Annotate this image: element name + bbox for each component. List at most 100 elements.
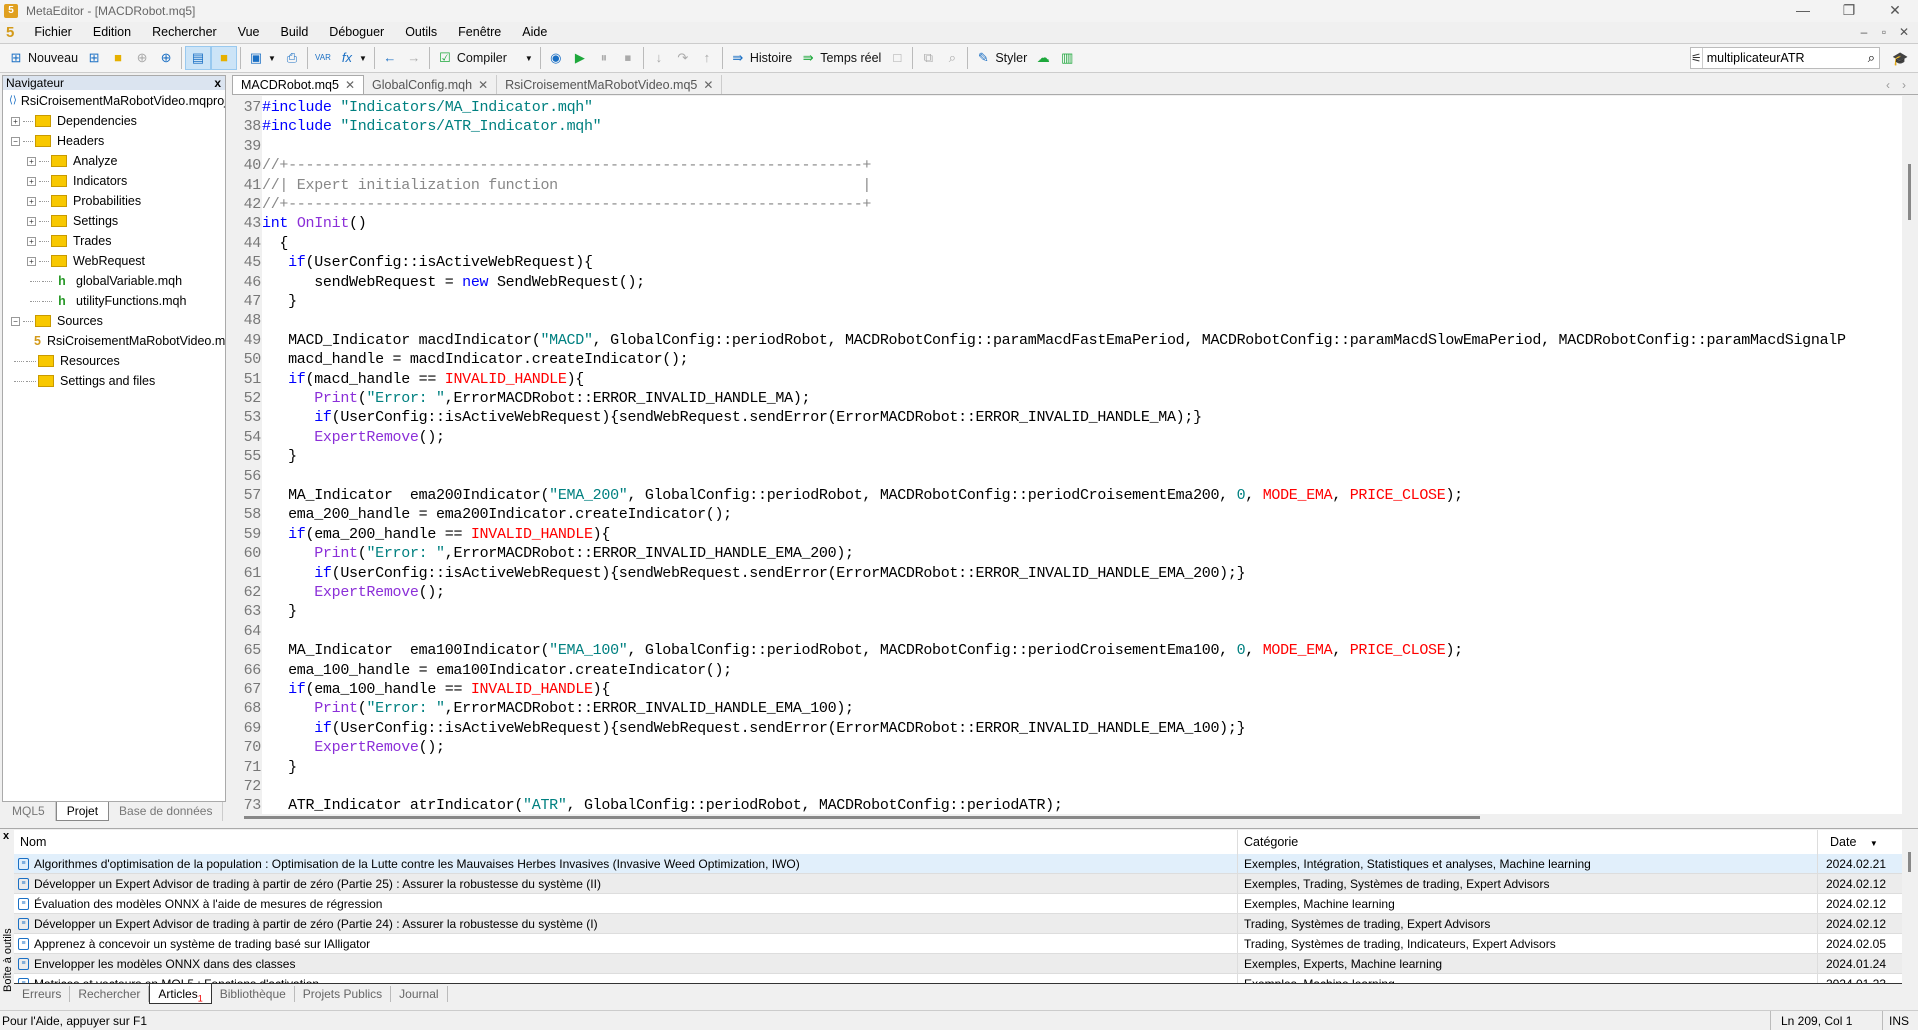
column-header-date[interactable]: Date ▼ bbox=[1818, 835, 1888, 849]
close-tab-icon[interactable]: ✕ bbox=[478, 78, 488, 92]
menu-edition[interactable]: Edition bbox=[83, 25, 142, 39]
find-button[interactable]: ⌕ bbox=[940, 46, 964, 70]
tree-item[interactable]: + Trades bbox=[3, 231, 225, 251]
tree-item[interactable]: + WebRequest bbox=[3, 251, 225, 271]
realtime-button[interactable]: ⇛ Temps réel bbox=[796, 46, 885, 70]
copy-button[interactable]: ⧉ bbox=[916, 46, 940, 70]
toolbox-tab[interactable]: Erreurs bbox=[14, 986, 71, 1002]
step-over-button[interactable]: ↷ bbox=[671, 46, 695, 70]
navigator-tab[interactable]: Base de données bbox=[109, 802, 224, 821]
mql5-community-icon[interactable]: 🎓 bbox=[1892, 51, 1908, 67]
menu-rechercher[interactable]: Rechercher bbox=[142, 25, 228, 39]
save-all-button[interactable]: ⊕ bbox=[154, 46, 178, 70]
paste-dropdown-button[interactable]: ▣ ▼ bbox=[244, 46, 280, 70]
tree-item[interactable]: + Dependencies bbox=[3, 111, 225, 131]
step-out-button[interactable]: ↑ bbox=[695, 46, 719, 70]
menu-aide[interactable]: Aide bbox=[512, 25, 558, 39]
toolbox-tab[interactable]: Journal bbox=[391, 986, 448, 1002]
expand-icon[interactable]: + bbox=[27, 196, 36, 206]
expand-icon[interactable]: + bbox=[27, 156, 36, 166]
save-button[interactable]: ⊕ bbox=[130, 46, 154, 70]
table-row[interactable]: ≡ Développer un Expert Advisor de trading… bbox=[14, 914, 1902, 934]
pause-button[interactable]: ⏸ bbox=[592, 46, 616, 70]
toolbox-toggle-button[interactable]: ▤ bbox=[185, 46, 212, 70]
debug-history-button[interactable]: ◉ bbox=[544, 46, 568, 70]
doc-minimize-button[interactable]: – bbox=[1854, 22, 1874, 42]
tree-item[interactable]: − Headers bbox=[3, 131, 225, 151]
tree-item[interactable]: Settings and files bbox=[3, 371, 225, 391]
menu-outils[interactable]: Outils bbox=[395, 25, 448, 39]
tree-item[interactable]: + Indicators bbox=[3, 171, 225, 191]
stop-test-button[interactable]: □ bbox=[885, 46, 909, 70]
editor-tab[interactable]: GlobalConfig.mqh ✕ bbox=[364, 75, 498, 94]
tree-item[interactable]: 5 RsiCroisementMaRobotVideo.mq5 bbox=[3, 331, 225, 351]
toolbox-vertical-scrollbar[interactable] bbox=[1902, 852, 1918, 982]
compile-button[interactable]: ☑ Compiler ▼ bbox=[433, 46, 537, 70]
editor-horizontal-scrollbar[interactable] bbox=[232, 814, 1918, 822]
close-tab-icon[interactable]: ✕ bbox=[345, 78, 355, 92]
toolbox-tab[interactable]: Bibliothèque bbox=[212, 986, 295, 1002]
navigator-tab[interactable]: Projet bbox=[55, 802, 110, 821]
toolbox-tab[interactable]: Rechercher bbox=[70, 986, 150, 1002]
search-icon[interactable]: ⌕ bbox=[1868, 50, 1875, 66]
stop-button[interactable]: ⏹ bbox=[616, 46, 640, 70]
insert-variable-button[interactable]: VAR bbox=[311, 46, 335, 70]
minimize-button[interactable]: — bbox=[1780, 0, 1826, 20]
close-tab-icon[interactable]: ✕ bbox=[703, 78, 713, 92]
step-into-button[interactable]: ↓ bbox=[647, 46, 671, 70]
column-header-categorie[interactable]: Catégorie bbox=[1238, 830, 1818, 854]
navigator-tab[interactable]: MQL5 bbox=[2, 802, 56, 821]
tree-item[interactable]: + Probabilities bbox=[3, 191, 225, 211]
tree-project-root[interactable]: ⟨⟩ RsiCroisementMaRobotVideo.mqproj bbox=[3, 91, 225, 111]
app-menu-icon[interactable]: 5 bbox=[6, 24, 14, 41]
tree-item[interactable]: Resources bbox=[3, 351, 225, 371]
scrollbar-thumb[interactable] bbox=[1908, 164, 1911, 220]
scrollbar-thumb[interactable] bbox=[244, 816, 1480, 819]
tree-item[interactable]: + Settings bbox=[3, 211, 225, 231]
menu-fenetre[interactable]: Fenêtre bbox=[448, 25, 512, 39]
styler-button[interactable]: ✎ Styler bbox=[971, 46, 1031, 70]
toolbox-tab[interactable]: Articles1 bbox=[149, 984, 212, 1004]
search-options-icon[interactable]: ⚟ bbox=[1691, 48, 1703, 68]
new-button[interactable]: ⊞ Nouveau bbox=[4, 46, 82, 70]
tree-item[interactable]: h globalVariable.mqh bbox=[3, 271, 225, 291]
close-icon[interactable]: x bbox=[214, 76, 221, 90]
search-input[interactable] bbox=[1702, 51, 1868, 65]
menu-deboguer[interactable]: Déboguer bbox=[319, 25, 395, 39]
debug-start-button[interactable]: ▶ bbox=[568, 46, 592, 70]
tree-item[interactable]: + Analyze bbox=[3, 151, 225, 171]
doc-restore-button[interactable]: ▫ bbox=[1874, 22, 1894, 42]
insert-function-button[interactable]: fx ▼ bbox=[335, 46, 371, 70]
open-button[interactable]: ■ bbox=[106, 46, 130, 70]
maximize-button[interactable]: ❐ bbox=[1826, 0, 1872, 20]
expand-icon[interactable]: + bbox=[11, 116, 20, 126]
print-button[interactable]: ⎙ bbox=[280, 46, 304, 70]
editor-tab[interactable]: MACDRobot.mq5 ✕ bbox=[232, 75, 365, 94]
menu-vue[interactable]: Vue bbox=[228, 25, 271, 39]
tab-scroll-right-button[interactable]: › bbox=[1902, 78, 1906, 92]
editor-vertical-scrollbar[interactable] bbox=[1902, 96, 1918, 814]
back-button[interactable]: ← bbox=[378, 46, 402, 70]
menu-build[interactable]: Build bbox=[271, 25, 320, 39]
close-button[interactable]: ✕ bbox=[1872, 0, 1918, 20]
table-row[interactable]: ≡ Évaluation des modèles ONNX à l'aide de… bbox=[14, 894, 1902, 914]
close-icon[interactable]: x bbox=[3, 830, 9, 842]
table-row[interactable]: ≡ Algorithmes d'optimisation de la popula… bbox=[14, 854, 1902, 874]
history-button[interactable]: ⇛ Histoire bbox=[726, 46, 796, 70]
navigator-toggle-button[interactable]: ■ bbox=[211, 46, 238, 70]
expand-icon[interactable]: + bbox=[27, 176, 36, 186]
tree-item[interactable]: − Sources bbox=[3, 311, 225, 331]
cloud-protect-button[interactable]: ☁ bbox=[1031, 46, 1055, 70]
doc-close-button[interactable]: ✕ bbox=[1894, 22, 1914, 42]
column-header-nom[interactable]: Nom bbox=[14, 830, 1238, 854]
toolbox-tab[interactable]: Projets Publics bbox=[295, 986, 392, 1002]
expand-icon[interactable]: + bbox=[27, 216, 36, 226]
collapse-icon[interactable]: − bbox=[11, 316, 20, 326]
table-row[interactable]: ≡ Envelopper les modèles ONNX dans des cl… bbox=[14, 954, 1902, 974]
expand-icon[interactable]: + bbox=[27, 236, 36, 246]
tab-scroll-left-button[interactable]: ‹ bbox=[1886, 78, 1890, 92]
table-row[interactable]: ≡ Matrices et vecteurs en MQL5 : Fonction… bbox=[14, 974, 1902, 983]
expand-icon[interactable]: + bbox=[27, 256, 36, 266]
tree-item[interactable]: h utilityFunctions.mqh bbox=[3, 291, 225, 311]
menu-fichier[interactable]: Fichier bbox=[24, 25, 83, 39]
